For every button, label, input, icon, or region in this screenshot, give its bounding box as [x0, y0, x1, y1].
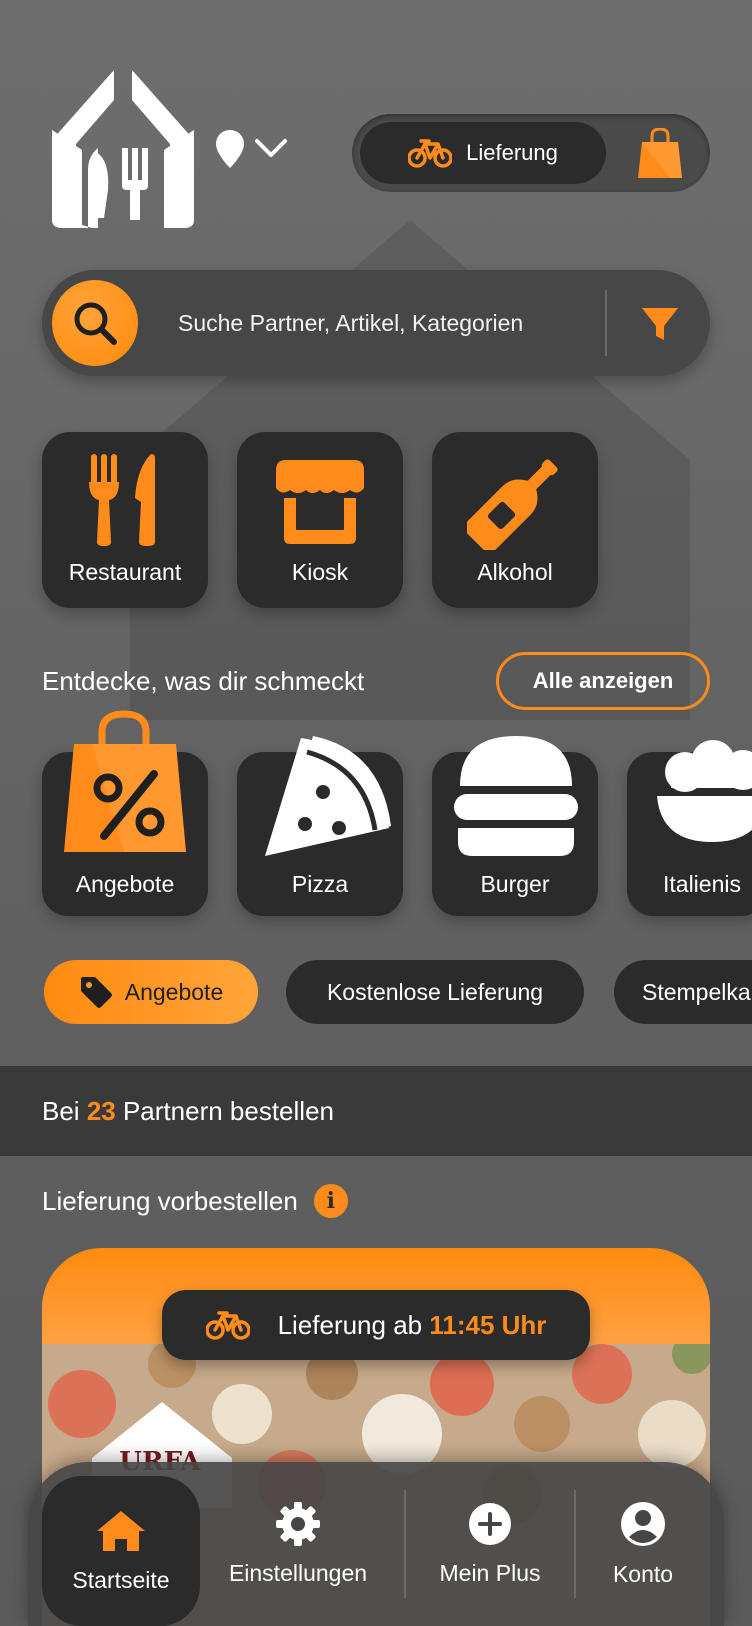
partners-count: 23 — [86, 1095, 116, 1126]
show-all-button[interactable]: Alle anzeigen — [496, 652, 710, 710]
location-pin-icon — [216, 130, 244, 168]
tag-icon — [80, 977, 112, 1008]
delivery-time-prefix: Lieferung ab — [277, 1309, 423, 1340]
search-divider — [605, 290, 607, 356]
delivery-mode-button[interactable]: Lieferung — [360, 122, 606, 184]
delivery-time-badge: Lieferung ab 11:45 Uhr — [162, 1290, 590, 1360]
partners-prefix: Bei — [42, 1095, 80, 1126]
chip-stempelkarte[interactable]: Stempelka — [614, 960, 752, 1024]
chip-angebote[interactable]: Angebote — [44, 960, 258, 1024]
nav-separator — [404, 1490, 406, 1598]
filter-icon[interactable] — [640, 304, 680, 344]
discover-item-italienisch[interactable]: Italienis — [627, 740, 752, 916]
pizza-icon — [265, 736, 391, 856]
chip-label: Stempelka — [642, 978, 751, 1005]
nav-mein-plus[interactable]: Mein Plus — [408, 1462, 572, 1626]
chip-label: Angebote — [124, 978, 224, 1005]
discover-item-burger[interactable]: Burger — [432, 736, 598, 916]
gear-icon — [276, 1501, 320, 1546]
info-icon[interactable]: i — [313, 1184, 348, 1218]
bicycle-icon — [408, 139, 453, 168]
pickup-bag-icon[interactable] — [638, 128, 682, 178]
account-icon — [621, 1501, 665, 1546]
bicycle-icon — [205, 1311, 250, 1340]
app-logo — [52, 70, 194, 228]
discover-item-label: Burger — [480, 871, 550, 897]
plus-circle-icon — [469, 1502, 511, 1545]
category-label: Kiosk — [291, 559, 349, 585]
nav-label: Einstellungen — [228, 1559, 368, 1586]
category-restaurant[interactable]: Restaurant — [42, 432, 208, 608]
search-button[interactable] — [52, 280, 138, 366]
delivery-time-value: 11:45 Uhr — [429, 1309, 547, 1340]
chevron-down-icon — [255, 139, 287, 157]
chip-label: Kostenlose Lieferung — [326, 978, 544, 1005]
location-selector[interactable] — [216, 130, 288, 168]
category-kiosk[interactable]: Kiosk — [237, 432, 403, 608]
discover-item-angebote[interactable]: Angebote — [42, 710, 208, 916]
delivery-mode-label: Lieferung — [466, 140, 558, 165]
bottle-icon — [467, 459, 558, 550]
cutlery-icon — [89, 454, 155, 546]
discover-item-label: Pizza — [291, 871, 349, 897]
delivery-mode-toggle: Lieferung — [352, 114, 710, 192]
search-icon — [74, 302, 117, 345]
nav-label: Mein Plus — [439, 1559, 541, 1586]
discover-item-label: Angebote — [75, 871, 175, 897]
bottom-navigation: Startseite Einstellungen Mein Plus Konto — [28, 1462, 724, 1626]
bowl-icon — [657, 740, 752, 842]
category-alkohol[interactable]: Alkohol — [432, 432, 598, 608]
category-label: Alkohol — [477, 559, 553, 585]
search-input[interactable]: Suche Partner, Artikel, Kategorien — [178, 270, 523, 376]
nav-konto[interactable]: Konto — [578, 1462, 708, 1626]
discover-title: Entdecke, was dir schmeckt — [42, 666, 365, 696]
search-bar[interactable]: Suche Partner, Artikel, Kategorien — [42, 270, 710, 376]
preorder-title: Lieferung vorbestellen — [42, 1185, 298, 1216]
partners-suffix: Partnern bestellen — [122, 1095, 334, 1126]
partners-count-bar: Bei 23 Partnern bestellen — [0, 1066, 752, 1156]
discover-item-label: Italienis — [663, 871, 741, 897]
home-icon — [97, 1510, 145, 1551]
preorder-header: Lieferung vorbestellen i — [42, 1184, 348, 1218]
discover-item-pizza[interactable]: Pizza — [237, 736, 403, 916]
nav-einstellungen[interactable]: Einstellungen — [208, 1462, 388, 1626]
offer-bag-icon — [64, 710, 186, 852]
nav-startseite[interactable]: Startseite — [42, 1476, 200, 1626]
category-label: Restaurant — [68, 559, 182, 585]
nav-label: Konto — [612, 1560, 674, 1587]
store-icon — [276, 460, 364, 544]
chip-kostenlose-lieferung[interactable]: Kostenlose Lieferung — [286, 960, 584, 1024]
nav-label: Startseite — [72, 1566, 170, 1593]
burger-icon — [454, 736, 578, 856]
nav-separator — [574, 1490, 576, 1598]
